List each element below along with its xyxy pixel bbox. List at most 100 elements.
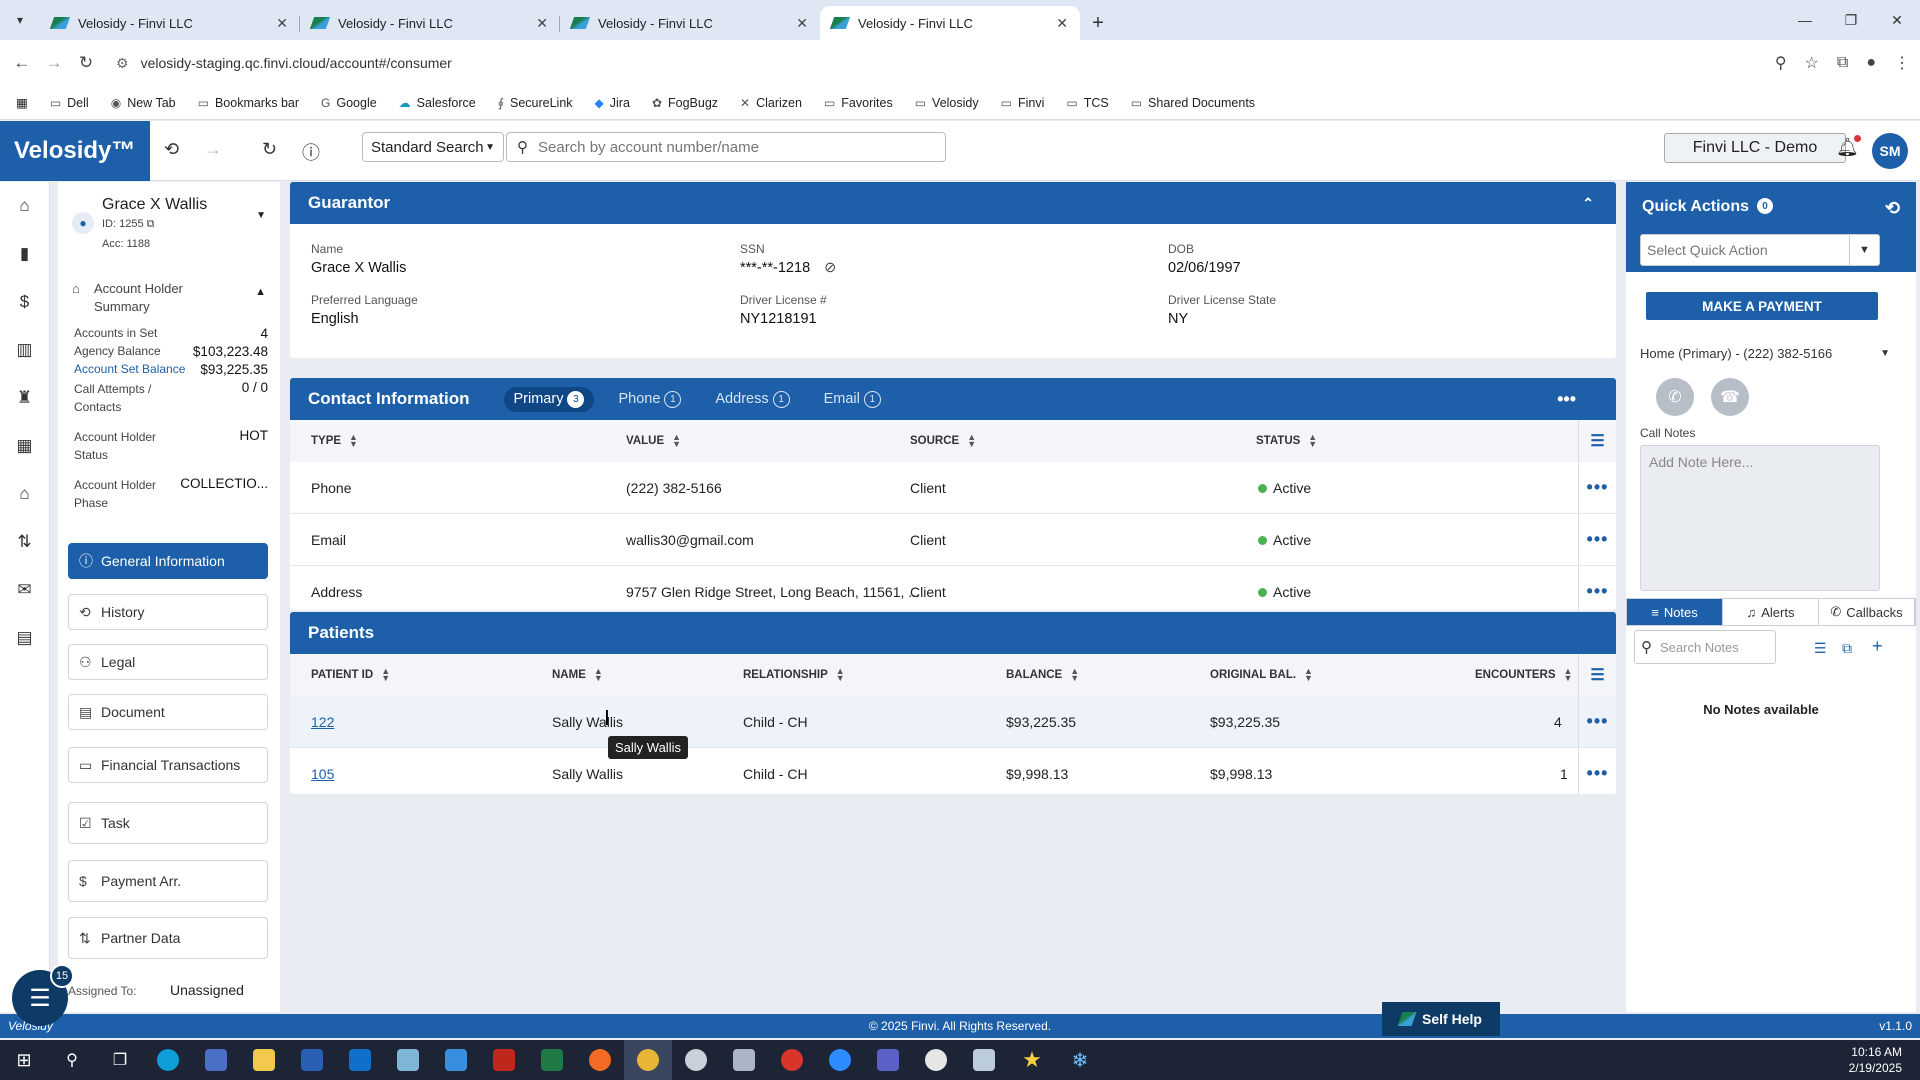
org-selector[interactable]: Finvi LLC - Demo (1664, 133, 1846, 163)
nav-history[interactable]: ⟲ History (68, 594, 268, 630)
document-icon[interactable]: ▤ (0, 614, 49, 662)
copy-icon[interactable]: ⧉ (147, 218, 155, 230)
bookmark-item[interactable]: ◉ New Tab (111, 96, 176, 110)
home-icon[interactable]: ⌂ (0, 182, 49, 230)
task-list-fab[interactable]: ☰ 15 (12, 964, 74, 1026)
app-icon[interactable] (768, 1040, 816, 1080)
bookmark-star-icon[interactable]: ☆ (1805, 53, 1819, 73)
apps-grid-icon[interactable]: ▦ (16, 95, 28, 110)
filter-icon[interactable]: ☰ (1578, 420, 1616, 462)
nav-document[interactable]: ▤ Document (68, 694, 268, 730)
browser-tab[interactable]: Velosidy - Finvi LLC ✕ (40, 6, 300, 40)
app-icon[interactable] (720, 1040, 768, 1080)
windows-start-icon[interactable]: ⊞ (0, 1040, 48, 1080)
restore-icon[interactable]: ❐ (1828, 0, 1874, 40)
row-menu-icon[interactable]: ••• (1578, 462, 1616, 513)
nav-task[interactable]: ☑ Task (68, 802, 268, 844)
tab-callbacks[interactable]: ✆ Callbacks (1819, 599, 1915, 625)
col-status[interactable]: STATUS ▲ ▼ (1256, 433, 1317, 449)
browser-tab-active[interactable]: Velosidy - Finvi LLC ✕ (820, 6, 1080, 40)
tab-address[interactable]: Address 1 (705, 387, 799, 412)
col-name[interactable]: NAME ▲ ▼ (552, 667, 603, 683)
reload-icon[interactable]: ↻ (70, 53, 102, 73)
self-help-button[interactable]: Self Help (1382, 1002, 1500, 1036)
bookmark-item[interactable]: ✿ FogBugz (652, 96, 718, 110)
dollar-icon[interactable]: $ (0, 278, 49, 326)
make-payment-button[interactable]: MAKE A PAYMENT (1646, 292, 1878, 320)
system-clock[interactable]: 10:16 AM 2/19/2025 (1849, 1044, 1902, 1076)
more-options-icon[interactable]: ••• (1557, 389, 1576, 410)
zoom-icon[interactable] (816, 1040, 864, 1080)
patient-id-link[interactable]: 105 (311, 766, 334, 782)
bookmark-item[interactable]: ▭ Bookmarks bar (198, 96, 299, 110)
nav-general-information[interactable]: ⓘ General Information (68, 543, 268, 579)
firefox-icon[interactable] (576, 1040, 624, 1080)
eye-slash-icon[interactable]: ⊘ (824, 260, 836, 276)
col-value[interactable]: VALUE ▲ ▼ (626, 433, 681, 449)
extensions-icon[interactable]: ⧉ (1837, 54, 1848, 72)
chevron-up-icon[interactable]: ⌃ (1582, 195, 1594, 212)
tab-email[interactable]: Email 1 (814, 387, 891, 412)
call-icon[interactable]: ✆ (1656, 378, 1694, 416)
filter-icon[interactable]: ☰ (1578, 654, 1616, 696)
patient-id-link[interactable]: 122 (311, 714, 334, 730)
snowflake-icon[interactable]: ❄ (1056, 1040, 1104, 1080)
nav-payment-arrangement[interactable]: $ Payment Arr. (68, 860, 268, 902)
close-tab-icon[interactable]: ✕ (796, 15, 808, 32)
bookmark-item[interactable]: ▭ Shared Documents (1131, 96, 1255, 110)
zoom-icon[interactable]: ⚲ (1775, 53, 1787, 73)
minimize-icon[interactable]: — (1782, 0, 1828, 40)
quick-action-select[interactable]: Select Quick Action ▼ (1640, 234, 1880, 266)
building-icon[interactable]: ▦ (0, 422, 49, 470)
file-explorer-icon[interactable] (240, 1040, 288, 1080)
history-icon[interactable]: ⟲ (1885, 198, 1900, 219)
nav-partner-data[interactable]: ⇅ Partner Data (68, 917, 268, 959)
teams-icon[interactable] (864, 1040, 912, 1080)
col-original-balance[interactable]: ORIGINAL BAL. ▲ ▼ (1210, 667, 1313, 683)
chrome-icon[interactable] (624, 1040, 672, 1080)
velosidy-logo[interactable]: Velosidy™ (0, 121, 150, 181)
app-icon[interactable] (960, 1040, 1008, 1080)
forward-icon[interactable]: → (38, 53, 70, 73)
row-menu-icon[interactable]: ••• (1578, 696, 1616, 747)
task-view-icon[interactable]: ❐ (96, 1040, 144, 1080)
account-search-input[interactable] (538, 138, 918, 156)
reports-icon[interactable]: ▮ (0, 230, 49, 278)
transfer-icon[interactable]: ⇅ (0, 518, 49, 566)
tab-notes[interactable]: ≡ Notes (1627, 599, 1723, 625)
bookmark-item[interactable]: G Google (321, 96, 377, 110)
bookmark-item[interactable]: ▭ Velosidy (915, 96, 979, 110)
row-menu-icon[interactable]: ••• (1578, 748, 1616, 794)
outlook-icon[interactable] (336, 1040, 384, 1080)
col-source[interactable]: SOURCE ▲ ▼ (910, 433, 976, 449)
store-icon[interactable] (432, 1040, 480, 1080)
table-row[interactable]: 122 Sally Wallis Child - CH $93,225.35 $… (290, 696, 1616, 748)
refresh-icon[interactable]: ↻ (262, 139, 277, 160)
help-icon[interactable]: ⓘ (302, 139, 320, 165)
table-row[interactable]: 105 Sally Wallis Child - CH $9,998.13 $9… (290, 748, 1616, 794)
col-patient-id[interactable]: PATIENT ID ▲ ▼ (311, 667, 390, 683)
profile-icon[interactable]: ● (1866, 54, 1876, 72)
tab-phone[interactable]: Phone 1 (608, 387, 691, 412)
app-icon[interactable] (192, 1040, 240, 1080)
notification-bell-icon[interactable]: 🔔︎ (1836, 135, 1861, 158)
close-tab-icon[interactable]: ✕ (536, 15, 548, 32)
add-icon[interactable]: + (1872, 636, 1883, 657)
browser-tab[interactable]: Velosidy - Finvi LLC ✕ (300, 6, 560, 40)
account-search[interactable]: ⚲ (506, 132, 946, 162)
col-relationship[interactable]: RELATIONSHIP ▲ ▼ (743, 667, 845, 683)
call-notes-textarea[interactable]: Add Note Here... (1640, 445, 1880, 591)
chevron-down-icon[interactable]: ▼ (256, 210, 266, 221)
ledger-icon[interactable]: ▥ (0, 326, 49, 374)
app-icon[interactable] (912, 1040, 960, 1080)
legal-icon[interactable]: ♜ (0, 374, 49, 422)
bookmark-item[interactable]: ✕ Clarizen (740, 96, 802, 110)
close-tab-icon[interactable]: ✕ (1056, 15, 1068, 32)
bookmark-item[interactable]: ◆ Jira (595, 96, 630, 110)
forward-arrow-icon[interactable]: → (204, 139, 222, 160)
bookmark-item[interactable]: ☁ Salesforce (399, 96, 476, 110)
window-close-icon[interactable]: ✕ (1874, 0, 1920, 40)
tab-search-icon[interactable]: ▾ (0, 0, 40, 40)
mail-icon[interactable]: ✉ (0, 566, 49, 614)
col-encounters[interactable]: ENCOUNTERS ▲ ▼ (1475, 667, 1572, 683)
